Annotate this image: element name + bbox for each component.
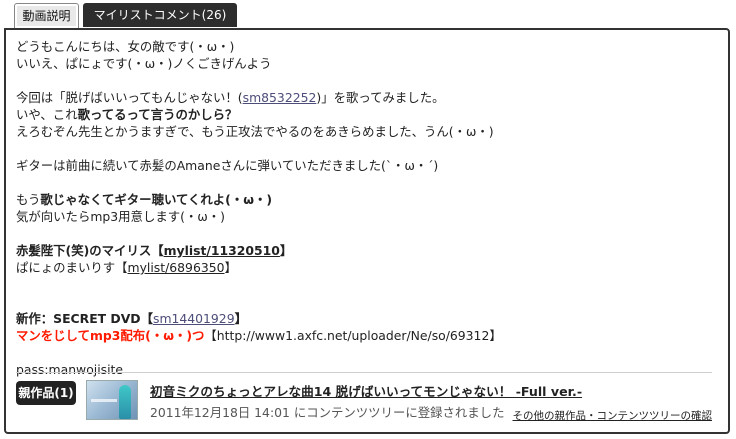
parent-work-section: 親作品(1) 初音ミクのちょっとアレな曲14 脱げばいいってモンじゃない！ -F… [16,372,712,427]
desc-line: いや、これ歌ってるって言うのかしら？ [16,107,238,122]
desc-line: いいえ、ぱにょです(・ω・)ノくごきげんよう [16,56,272,71]
parent-work-badge[interactable]: 親作品(1) [16,381,76,405]
mylist-link-6896350[interactable]: mylist/6896350 [128,260,225,275]
desc-line: 今回は「脱げばいいってもんじゃない！(sm8532252)」を歌ってみました。 [16,90,445,105]
tab-mylist-comments[interactable]: マイリストコメント(26) [83,3,237,27]
parent-work-thumbnail[interactable] [86,380,138,420]
parent-work-title-link[interactable]: 初音ミクのちょっとアレな曲14 脱げばいいってモンじゃない！ -Full ver… [150,381,582,400]
desc-line: もう歌じゃなくてギター聴いてくれよ(・ω・) [16,192,273,207]
desc-line: えろむぞん先生とかうますぎで、もう正攻法でやるのをあきらめました、うん(・ω・) [16,124,494,139]
parent-work-more-link[interactable]: その他の親作品・コンテンツツリーの確認 [513,408,713,423]
desc-line: マンをじしてmp3配布(・ω・)つ【http://www1.axfc.net/u… [16,328,502,343]
video-link-sm8532252[interactable]: sm8532252 [243,90,317,105]
desc-line: 新作：SECRET DVD【sm14401929】 [16,311,247,326]
desc-line: ぱにょのまいりす【mylist/6896350】 [16,260,237,275]
description-panel: どうもこんにちは、女の敵です(・ω・) いいえ、ぱにょです(・ω・)ノくごきげん… [4,28,730,434]
video-link-sm14401929[interactable]: sm14401929 [153,311,235,326]
tab-description[interactable]: 動画説明 [14,3,79,28]
video-description: どうもこんにちは、女の敵です(・ω・) いいえ、ぱにょです(・ω・)ノくごきげん… [16,38,716,378]
desc-line: ギターは前曲に続いて赤髪のAmaneさんに弾いていただきました(`・ω・´) [16,158,439,173]
desc-line: 気が向いたらmp3用意します(・ω・) [16,209,225,224]
parent-work-date: 2011年12月18日 14:01 にコンテンツツリーに登録されました [150,405,505,420]
mylist-link-11320510[interactable]: mylist/11320510 [164,243,280,258]
desc-line: どうもこんにちは、女の敵です(・ω・) [16,39,235,54]
desc-line: 赤髪陛下(笑)のマイリス【mylist/11320510】 [16,243,293,258]
